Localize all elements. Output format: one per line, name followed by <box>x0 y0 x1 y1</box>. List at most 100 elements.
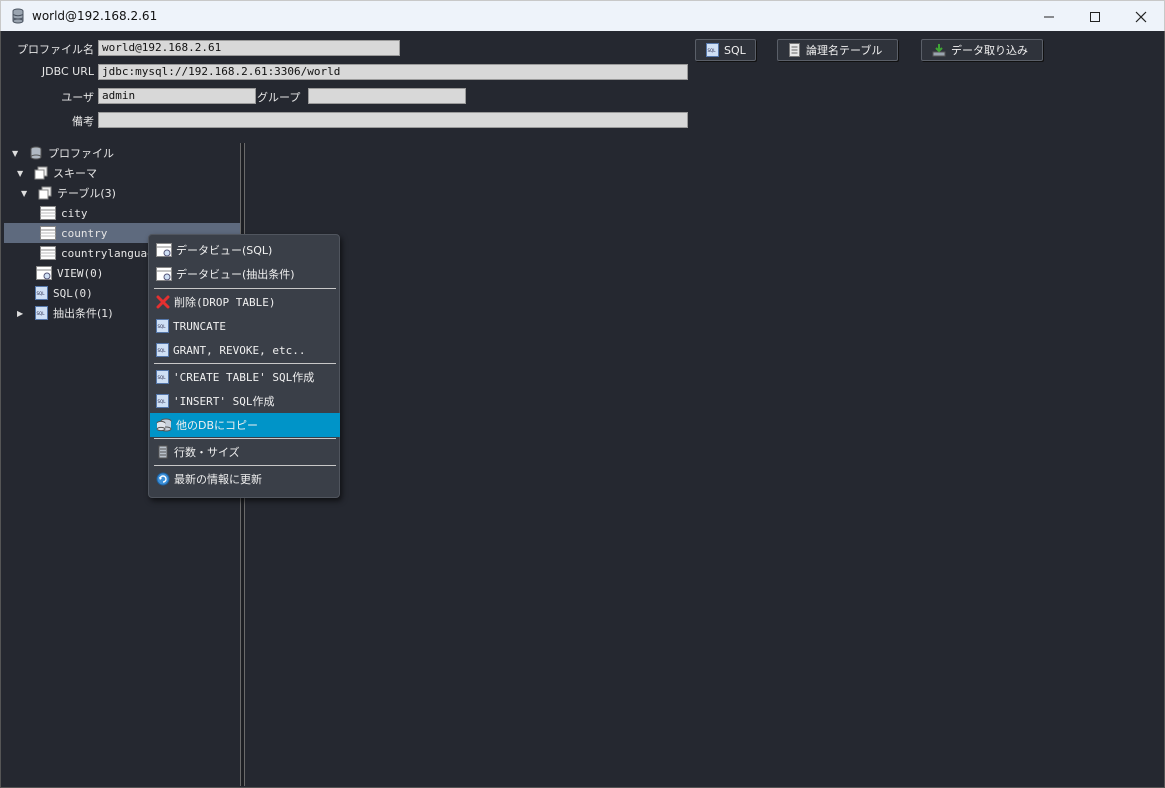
minimize-icon <box>1044 16 1054 17</box>
svg-text:SQL: SQL <box>158 348 167 353</box>
expand-arrow-icon[interactable]: ▼ <box>12 149 22 158</box>
tree-node-sql[interactable]: SQL SQL(0) <box>35 283 93 303</box>
close-icon <box>1135 11 1147 22</box>
menu-item-label: 最新の情報に更新 <box>174 473 262 486</box>
menu-separator <box>154 465 336 466</box>
expand-arrow-icon[interactable]: ▼ <box>17 169 27 178</box>
svg-text:SQL: SQL <box>158 375 167 380</box>
tree-node-filter[interactable]: ▶ SQL 抽出条件(1) <box>17 303 113 323</box>
logical-name-table-button[interactable]: 論理名テーブル <box>777 39 898 61</box>
tree-label-city: city <box>61 206 88 220</box>
profile-name-label: プロファイル名 <box>17 43 94 56</box>
refresh-icon <box>156 472 170 486</box>
maximize-icon <box>1090 11 1100 22</box>
sql-icon: SQL <box>156 319 169 333</box>
menu-separator <box>154 438 336 439</box>
close-button[interactable] <box>1118 1 1164 32</box>
menu-item-create-table-sql[interactable]: SQL 'CREATE TABLE' SQL作成 <box>150 365 340 389</box>
server-icon <box>158 445 168 459</box>
expand-arrow-icon[interactable]: ▼ <box>21 189 31 198</box>
tree-node-city[interactable]: city <box>40 203 88 223</box>
menu-item-label: データビュー(SQL) <box>176 244 273 257</box>
sql-icon: SQL <box>35 306 48 320</box>
user-field[interactable]: admin <box>98 88 256 104</box>
copy-db-icon <box>156 418 172 432</box>
window-title: world@192.168.2.61 <box>32 9 158 23</box>
note-label: 備考 <box>72 115 94 128</box>
menu-item-insert-sql[interactable]: SQL 'INSERT' SQL作成 <box>150 389 340 413</box>
sql-icon: SQL <box>156 394 169 408</box>
view-icon <box>36 266 52 280</box>
data-import-button[interactable]: データ取り込み <box>921 39 1043 61</box>
tree-label-country: country <box>61 226 108 240</box>
menu-item-truncate[interactable]: SQL TRUNCATE <box>150 314 340 338</box>
delete-icon <box>156 295 170 309</box>
schema-icon <box>34 166 48 180</box>
sql-icon: SQL <box>156 343 169 357</box>
tree-label-profile: プロファイル <box>48 147 114 160</box>
svg-text:SQL: SQL <box>37 311 46 316</box>
menu-separator <box>154 288 336 289</box>
title-bar: world@192.168.2.61 <box>0 0 1165 31</box>
menu-item-label: 行数・サイズ <box>174 446 240 459</box>
database-icon <box>30 146 42 160</box>
menu-item-label: 'CREATE TABLE' SQL作成 <box>173 371 315 384</box>
content-area <box>246 143 1164 786</box>
tree-label-tables: テーブル(3) <box>57 187 116 200</box>
data-view-icon <box>156 243 172 257</box>
table-icon <box>40 246 56 260</box>
user-label: ユーザ <box>61 91 94 104</box>
sql-icon: SQL <box>35 286 48 300</box>
tree-label-sql: SQL(0) <box>53 286 93 300</box>
table-icon <box>40 206 56 220</box>
menu-separator <box>154 363 336 364</box>
expand-arrow-icon[interactable]: ▶ <box>17 309 27 318</box>
tree-node-view[interactable]: VIEW(0) <box>36 263 103 283</box>
jdbc-url-field[interactable]: jdbc:mysql://192.168.2.61:3306/world <box>98 64 688 80</box>
menu-item-label: 削除(DROP TABLE) <box>174 296 276 309</box>
import-icon <box>932 44 946 57</box>
tree-label-filter: 抽出条件(1) <box>53 307 113 320</box>
menu-item-label: 'INSERT' SQL作成 <box>173 395 275 408</box>
menu-item-copy-to-other-db[interactable]: 他のDBにコピー <box>150 413 340 437</box>
profile-name-field[interactable]: world@192.168.2.61 <box>98 40 400 56</box>
menu-item-grant-revoke[interactable]: SQL GRANT, REVOKE, etc.. <box>150 338 340 362</box>
svg-text:SQL: SQL <box>158 399 167 404</box>
menu-item-data-view-filter[interactable]: データビュー(抽出条件) <box>150 262 340 286</box>
tree-node-tables[interactable]: ▼ テーブル(3) <box>21 183 116 203</box>
table-icon <box>40 226 56 240</box>
svg-text:SQL: SQL <box>158 324 167 329</box>
maximize-button[interactable] <box>1072 1 1118 32</box>
minimize-button[interactable] <box>1026 1 1072 32</box>
data-import-label: データ取り込み <box>951 44 1028 57</box>
menu-item-data-view-sql[interactable]: データビュー(SQL) <box>150 238 340 262</box>
menu-item-label: GRANT, REVOKE, etc.. <box>173 343 306 357</box>
tree-node-profile[interactable]: ▼ プロファイル <box>12 143 114 163</box>
tree-label-view: VIEW(0) <box>57 266 104 280</box>
data-view-icon <box>156 267 172 281</box>
tree-node-countrylanguage[interactable]: countrylanguage <box>40 243 160 263</box>
jdbc-url-label: JDBC URL <box>41 65 94 78</box>
tree-label-countrylanguage: countrylanguage <box>61 246 161 260</box>
tree-label-schema: スキーマ <box>53 167 97 180</box>
sql-icon: SQL <box>706 43 719 57</box>
svg-text:SQL: SQL <box>37 291 46 296</box>
menu-item-row-count-size[interactable]: 行数・サイズ <box>150 440 340 464</box>
group-field[interactable] <box>308 88 466 104</box>
sql-button-label: SQL <box>724 43 746 57</box>
tables-folder-icon <box>38 186 52 200</box>
menu-item-label: TRUNCATE <box>173 319 226 333</box>
sql-button[interactable]: SQL SQL <box>695 39 756 61</box>
group-label: グループ <box>257 91 301 104</box>
sql-icon: SQL <box>156 370 169 384</box>
menu-item-drop-table[interactable]: 削除(DROP TABLE) <box>150 290 340 314</box>
menu-item-label: 他のDBにコピー <box>176 419 259 432</box>
document-icon <box>789 43 800 57</box>
database-icon <box>12 8 24 24</box>
menu-item-label: データビュー(抽出条件) <box>176 268 295 281</box>
context-menu: データビュー(SQL) データビュー(抽出条件) 削除(DROP TABLE) … <box>148 234 340 498</box>
svg-text:SQL: SQL <box>708 48 717 53</box>
note-field[interactable] <box>98 112 688 128</box>
menu-item-refresh[interactable]: 最新の情報に更新 <box>150 467 340 491</box>
tree-node-schema[interactable]: ▼ スキーマ <box>17 163 97 183</box>
